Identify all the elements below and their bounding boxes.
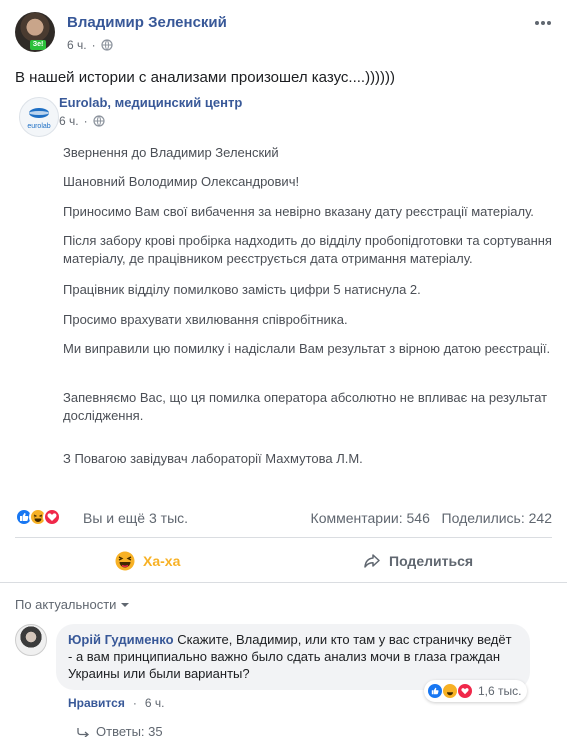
eurolab-logo[interactable]: eurolab [19, 97, 59, 137]
comment-time[interactable]: 6 ч. [145, 696, 165, 710]
haha-button[interactable]: Ха-ха [115, 544, 180, 578]
comment-links: Нравится · 6 ч. [68, 696, 165, 710]
post-author[interactable]: Владимир Зеленский [67, 14, 227, 31]
reply-arrow-icon [77, 727, 90, 737]
haha-icon [115, 551, 135, 571]
replies-link[interactable]: Ответы: 35 [76, 724, 163, 739]
love-icon [43, 508, 61, 526]
comments-count[interactable]: Комментарии: 546 [311, 510, 430, 526]
divider [0, 582, 567, 583]
shared-meta: 6 ч. · [59, 114, 105, 128]
love-icon [457, 683, 473, 699]
haha-icon [442, 683, 458, 699]
comment-like-link[interactable]: Нравится [68, 696, 125, 710]
shares-count[interactable]: Поделились: 242 [442, 510, 552, 526]
share-button[interactable]: Поделиться [363, 544, 473, 578]
share-label: Поделиться [389, 553, 474, 569]
sort-label: По актуальности [15, 597, 117, 612]
post-time[interactable]: 6 ч. [67, 38, 87, 52]
shared-author[interactable]: Eurolab, медицинский центр [59, 95, 242, 110]
share-icon [364, 554, 380, 568]
commenter-avatar[interactable] [15, 624, 47, 656]
eurolab-logo-icon: eurolab [27, 108, 51, 130]
globe-icon[interactable] [92, 115, 105, 127]
letter-paragraph: Після забору крові пробірка надходить до… [63, 233, 552, 266]
post-actions: Ха-ха Поделиться [15, 544, 552, 578]
haha-label: Ха-ха [143, 553, 181, 569]
like-icon [427, 683, 443, 699]
post-meta: 6 ч. · [67, 38, 113, 52]
more-options-icon[interactable] [533, 13, 553, 33]
letter-paragraph: Приносимо Вам свої вибачення за невірно … [63, 204, 534, 219]
comment-author[interactable]: Юрій Гудименко [68, 632, 174, 647]
letter-paragraph: Запевняємо Вас, що ця помилка оператора … [63, 390, 548, 423]
letter-paragraph: Шановний Володимир Олександрович! [63, 174, 300, 189]
globe-icon[interactable] [100, 39, 113, 51]
letter-paragraph: З Повагою завідувач лабораторії Махмутов… [63, 451, 363, 466]
comment-reaction-count: 1,6 тыс. [478, 684, 522, 698]
comment-reactions[interactable]: 1,6 тыс. [424, 680, 528, 702]
author-avatar[interactable]: Зе! [15, 12, 55, 52]
shared-time[interactable]: 6 ч. [59, 114, 79, 128]
caret-down-icon [121, 602, 130, 607]
letter-paragraph: Просимо врахувати хвилювання співробітни… [63, 312, 348, 327]
reactions-summary: Вы и ещё 3 тыс. Комментарии: 546 Поделил… [15, 508, 552, 528]
replies-count: Ответы: 35 [96, 724, 163, 739]
post-text: В нашей истории с анализами произошел ка… [15, 69, 396, 86]
avatar-badge: Зе! [30, 40, 46, 50]
reaction-icons[interactable] [15, 508, 61, 526]
letter-paragraph: Звернення до Владимир Зеленский [63, 145, 279, 160]
letter-paragraph: Працівник відділу помилково замість цифр… [63, 282, 421, 297]
reactions-text[interactable]: Вы и ещё 3 тыс. [83, 510, 188, 526]
eurolab-logo-text: eurolab [27, 123, 50, 130]
divider [15, 537, 552, 538]
comment-sort-dropdown[interactable]: По актуальности [15, 597, 130, 612]
post-stats: Комментарии: 546 Поделились: 242 [311, 510, 552, 526]
letter-paragraph: Ми виправили цю помилку і надіслали Вам … [63, 341, 551, 356]
